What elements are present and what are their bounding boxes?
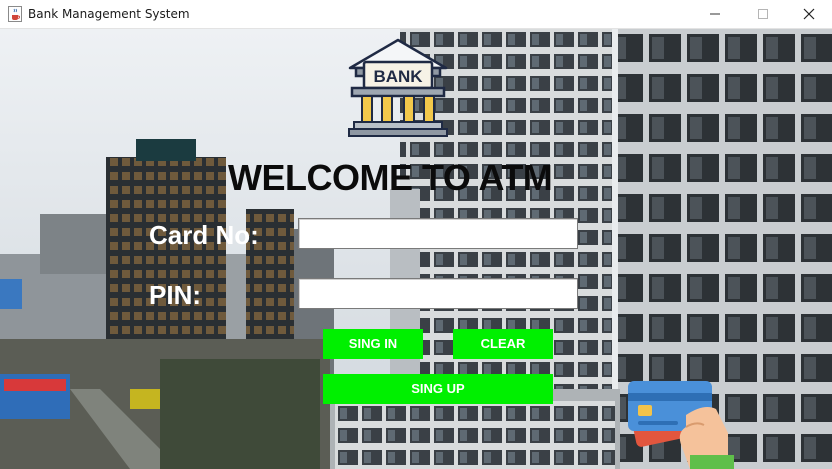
bank-logo-text: BANK xyxy=(373,67,423,86)
clear-button[interactable]: CLEAR xyxy=(453,329,553,359)
minimize-icon xyxy=(710,13,720,15)
close-button[interactable] xyxy=(786,0,832,29)
window-title: Bank Management System xyxy=(28,7,190,21)
java-coffee-icon xyxy=(8,6,22,22)
minimize-button[interactable] xyxy=(692,0,738,29)
close-icon xyxy=(803,8,815,20)
welcome-heading: WELCOME TO ATM xyxy=(228,157,553,198)
card-number-label: Card No: xyxy=(149,220,259,250)
maximize-button[interactable] xyxy=(740,0,786,29)
sign-in-button[interactable]: SING IN xyxy=(323,329,423,359)
credit-card-hand-icon xyxy=(628,381,734,469)
pin-label: PIN: xyxy=(149,280,201,310)
card-number-input[interactable] xyxy=(298,218,578,249)
bank-building-icon: BANK xyxy=(348,38,448,137)
sign-up-button[interactable]: SING UP xyxy=(323,374,553,404)
login-panel: BANK WELCOME TO ATM Card No: PIN: SING I… xyxy=(0,29,832,469)
pin-input[interactable] xyxy=(298,278,578,309)
maximize-icon xyxy=(758,9,768,19)
title-bar: Bank Management System xyxy=(0,0,832,29)
